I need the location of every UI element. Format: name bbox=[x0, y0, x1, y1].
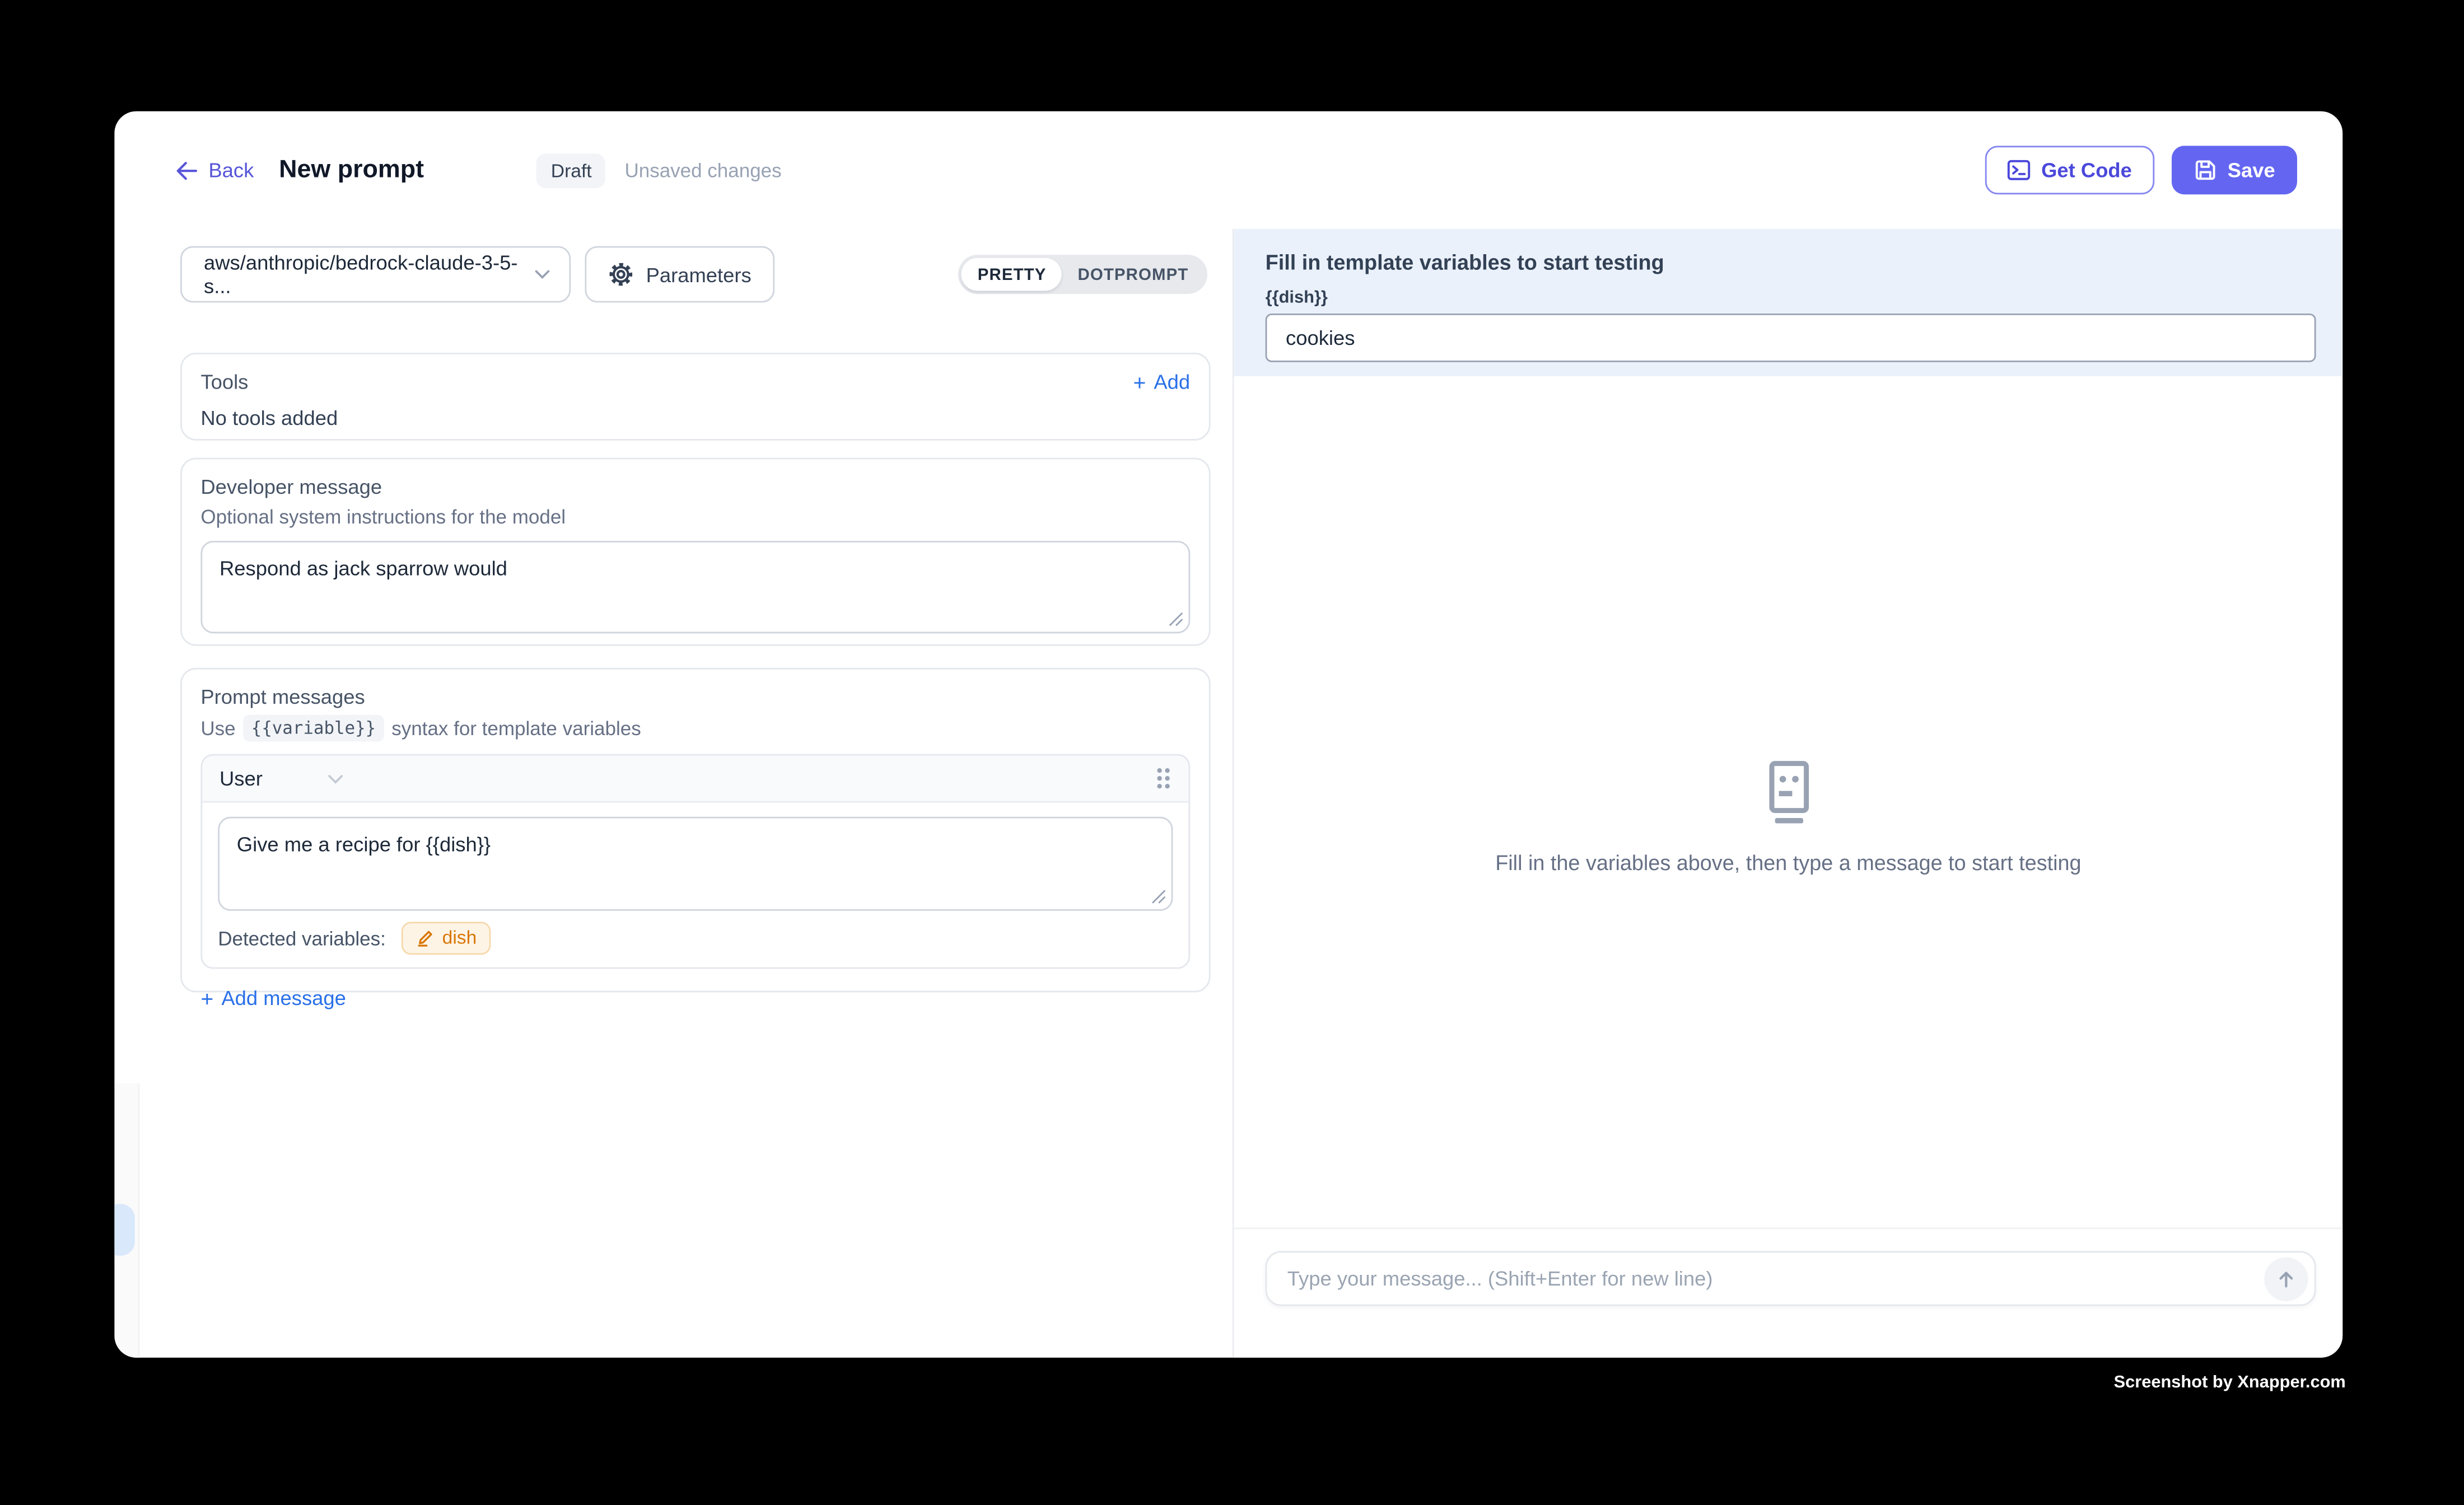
variable-chip-label: dish bbox=[442, 927, 477, 948]
add-tool-label: Add bbox=[1154, 370, 1190, 394]
gear-icon bbox=[608, 262, 633, 287]
toggle-pretty[interactable]: PRETTY bbox=[962, 258, 1062, 291]
parameters-label: Parameters bbox=[646, 263, 752, 286]
edit-pencil-icon bbox=[416, 928, 435, 947]
page-title: New prompt bbox=[279, 156, 424, 184]
chat-message-input[interactable] bbox=[1287, 1266, 2264, 1290]
developer-message-subtitle: Optional system instructions for the mod… bbox=[200, 506, 1190, 528]
tools-title: Tools bbox=[200, 370, 248, 394]
screenshot-stage: Back New prompt Draft Unsaved changes Ge… bbox=[0, 0, 2464, 1505]
message-content-input[interactable]: Give me a recipe for {{dish}} bbox=[218, 817, 1173, 911]
developer-message-card: Developer message Optional system instru… bbox=[180, 458, 1211, 646]
robot-face-icon bbox=[1757, 760, 1819, 825]
chat-input-bar bbox=[1234, 1227, 2343, 1357]
variable-chip-dish[interactable]: dish bbox=[402, 922, 491, 955]
developer-message-title: Developer message bbox=[200, 475, 1190, 498]
test-pane: Fill in template variables to start test… bbox=[1233, 229, 2342, 1358]
parameters-button[interactable]: Parameters bbox=[585, 246, 774, 303]
get-code-label: Get Code bbox=[2041, 158, 2132, 182]
get-code-button[interactable]: Get Code bbox=[1985, 146, 2154, 194]
model-selector-value: aws/anthropic/bedrock-claude-3-5-s... bbox=[204, 251, 535, 298]
variables-header: Fill in template variables to start test… bbox=[1234, 229, 2343, 376]
empty-state: Fill in the variables above, then type a… bbox=[1234, 760, 2343, 875]
watermark-text: Screenshot by Xnapper.com bbox=[2114, 1373, 2346, 1392]
status-badge: Draft bbox=[537, 153, 606, 188]
empty-state-text: Fill in the variables above, then type a… bbox=[1234, 851, 2343, 875]
developer-message-input[interactable]: Respond as jack sparrow would bbox=[200, 541, 1190, 633]
prompt-messages-title: Prompt messages bbox=[200, 685, 1190, 709]
sidebar-edge-strip bbox=[114, 1083, 139, 1358]
plus-icon: + bbox=[1133, 371, 1146, 392]
message-header: User bbox=[202, 756, 1188, 803]
chat-input-container bbox=[1266, 1251, 2316, 1306]
add-message-label: Add message bbox=[221, 986, 346, 1009]
sidebar-active-item[interactable] bbox=[114, 1204, 134, 1255]
back-arrow-icon bbox=[176, 161, 198, 180]
toggle-dotprompt[interactable]: DOTPROMPT bbox=[1062, 258, 1204, 291]
view-mode-toggle: PRETTY DOTPROMPT bbox=[959, 255, 1207, 294]
model-row: aws/anthropic/bedrock-claude-3-5-s... Pa… bbox=[180, 246, 1211, 303]
model-selector[interactable]: aws/anthropic/bedrock-claude-3-5-s... bbox=[180, 246, 571, 303]
variable-syntax-chip: {{variable}} bbox=[244, 715, 384, 742]
arrow-up-icon bbox=[2275, 1268, 2297, 1289]
add-message-button[interactable]: + Add message bbox=[200, 986, 346, 1009]
unsaved-changes-text: Unsaved changes bbox=[624, 159, 781, 181]
role-label: User bbox=[220, 766, 263, 790]
tools-card: Tools + Add No tools added bbox=[180, 353, 1211, 441]
detected-variables-row: Detected variables: dish bbox=[218, 922, 1173, 955]
add-tool-button[interactable]: + Add bbox=[1133, 370, 1190, 394]
back-label: Back bbox=[208, 158, 254, 182]
plus-icon: + bbox=[200, 987, 213, 1009]
editor-pane: aws/anthropic/bedrock-claude-3-5-s... Pa… bbox=[114, 229, 1232, 1358]
prompt-messages-card: Prompt messages Use {{variable}} syntax … bbox=[180, 668, 1211, 993]
tools-empty-text: No tools added bbox=[200, 406, 1190, 429]
subtitle-suffix: syntax for template variables bbox=[391, 717, 641, 739]
back-button[interactable]: Back bbox=[176, 158, 254, 182]
message-block: User Give me a recipe for {{dish}} bbox=[200, 754, 1190, 969]
app-window: Back New prompt Draft Unsaved changes Ge… bbox=[114, 111, 2342, 1358]
send-button[interactable] bbox=[2264, 1256, 2308, 1300]
prompt-messages-subtitle: Use {{variable}} syntax for template var… bbox=[200, 715, 1190, 742]
variable-dish-label: {{dish}} bbox=[1266, 288, 2316, 307]
save-label: Save bbox=[2228, 158, 2275, 182]
code-terminal-icon bbox=[2007, 158, 2031, 182]
chevron-down-icon bbox=[328, 774, 344, 783]
chevron-down-icon bbox=[535, 270, 550, 279]
detected-variables-label: Detected variables: bbox=[218, 927, 386, 949]
header: Back New prompt Draft Unsaved changes Ge… bbox=[114, 111, 2342, 229]
variable-dish-input[interactable] bbox=[1266, 314, 2316, 362]
drag-handle[interactable] bbox=[1157, 768, 1171, 788]
save-button[interactable]: Save bbox=[2171, 146, 2297, 194]
subtitle-prefix: Use bbox=[200, 717, 235, 739]
drag-dots-icon bbox=[1157, 768, 1161, 773]
role-selector[interactable]: User bbox=[220, 766, 344, 790]
variables-title: Fill in template variables to start test… bbox=[1266, 251, 2316, 274]
save-icon bbox=[2193, 158, 2216, 182]
